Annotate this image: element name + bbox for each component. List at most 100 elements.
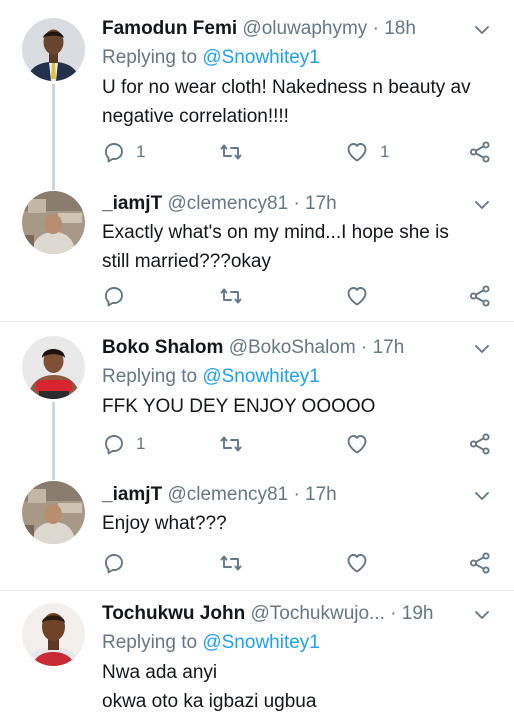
replying-to: Replying to @Snowhitey1 — [102, 46, 320, 70]
reply-icon — [102, 284, 126, 308]
separator-dot: · — [293, 193, 300, 214]
user-handle[interactable]: @Tochukwujo... — [250, 603, 384, 624]
tweet-text: Nwa ada anyi okwa oto ka igbazi ugbua — [102, 658, 484, 716]
tweet-text: Exactly what's on my mind...I hope she i… — [102, 218, 484, 276]
tweet-header: Famodun Femi @oluwaphymy · 18h — [102, 17, 468, 41]
reply-icon — [102, 140, 126, 164]
like-button[interactable] — [344, 550, 380, 576]
tweet[interactable]: Tochukwu John @Tochukwujo... · 19h Reply… — [0, 591, 514, 720]
tweet[interactable]: Famodun Femi @oluwaphymy · 18h Replying … — [0, 0, 514, 180]
retweet-icon — [218, 432, 244, 456]
user-handle[interactable]: @BokoShalom — [229, 337, 356, 358]
avatar[interactable] — [22, 18, 85, 81]
thread-line — [52, 402, 55, 470]
share-button[interactable] — [468, 283, 492, 309]
retweet-button[interactable] — [218, 550, 254, 576]
like-count: 1 — [380, 142, 390, 161]
tweet-text-line: still married???okay — [102, 251, 271, 272]
tweet[interactable]: _iamjT @clemency81 · 17h Enjoy what??? — [0, 470, 514, 590]
avatar-image — [22, 481, 85, 544]
display-name[interactable]: Boko Shalom — [102, 337, 223, 358]
tweet-text-line: FFK YOU DEY ENJOY OOOOO — [102, 396, 376, 417]
share-button[interactable] — [468, 139, 492, 165]
tweet-actions: 1 — [102, 431, 492, 457]
tweet-actions — [102, 283, 492, 309]
tweet-text-line: U for no wear cloth! Nakedness n beauty … — [102, 77, 471, 98]
share-icon — [468, 284, 492, 308]
mention-link[interactable]: @Snowhitey1 — [202, 632, 320, 653]
chevron-down-icon[interactable] — [472, 605, 492, 625]
replying-to: Replying to @Snowhitey1 — [102, 631, 320, 655]
retweet-icon — [218, 140, 244, 164]
share-button[interactable] — [468, 431, 492, 457]
separator-dot: · — [390, 603, 397, 624]
share-icon — [468, 432, 492, 456]
tweet-text-line: okwa oto ka igbazi ugbua — [102, 691, 317, 712]
tweet-actions — [102, 550, 492, 576]
retweet-button[interactable] — [218, 139, 254, 165]
heart-icon — [344, 432, 370, 456]
reply-icon — [102, 551, 126, 575]
timestamp[interactable]: 19h — [402, 603, 434, 624]
avatar-image — [22, 18, 85, 81]
mention-link[interactable]: @Snowhitey1 — [202, 47, 320, 68]
avatar-image — [22, 191, 85, 254]
reply-count: 1 — [136, 142, 146, 161]
tweet-header: Boko Shalom @BokoShalom · 17h — [102, 336, 468, 360]
user-handle[interactable]: @clemency81 — [167, 484, 288, 505]
timestamp[interactable]: 17h — [305, 484, 337, 505]
tweet-text-line: negative correlation!!!! — [102, 106, 289, 127]
reply-button[interactable] — [102, 283, 136, 309]
avatar[interactable] — [22, 336, 85, 399]
replying-to: Replying to @Snowhitey1 — [102, 365, 320, 389]
tweet-text: FFK YOU DEY ENJOY OOOOO — [102, 392, 484, 421]
heart-icon — [344, 551, 370, 575]
avatar-image — [22, 603, 85, 666]
retweet-button[interactable] — [218, 431, 254, 457]
avatar[interactable] — [22, 481, 85, 544]
retweet-icon — [218, 551, 244, 575]
like-button[interactable]: 1 — [344, 139, 389, 165]
display-name[interactable]: Tochukwu John — [102, 603, 245, 624]
heart-icon — [344, 284, 370, 308]
like-button[interactable] — [344, 283, 380, 309]
timestamp[interactable]: 18h — [384, 18, 416, 39]
tweet-header: _iamjT @clemency81 · 17h — [102, 483, 468, 507]
timestamp[interactable]: 17h — [373, 337, 405, 358]
separator-dot: · — [361, 337, 368, 358]
chevron-down-icon[interactable] — [472, 20, 492, 40]
user-handle[interactable]: @oluwaphymy — [242, 18, 367, 39]
chevron-down-icon[interactable] — [472, 339, 492, 359]
tweet-text-line: Exactly what's on my mind...I hope she i… — [102, 222, 449, 243]
separator-dot: · — [372, 18, 379, 39]
user-handle[interactable]: @clemency81 — [167, 193, 288, 214]
avatar-image — [22, 336, 85, 399]
reply-count: 1 — [136, 434, 146, 453]
chevron-down-icon[interactable] — [472, 486, 492, 506]
timestamp[interactable]: 17h — [305, 193, 337, 214]
tweet-actions: 1 1 — [102, 139, 492, 165]
replying-to-label: Replying to — [102, 366, 198, 387]
tweet[interactable]: _iamjT @clemency81 · 17h Exactly what's … — [0, 180, 514, 320]
mention-link[interactable]: @Snowhitey1 — [202, 366, 320, 387]
display-name[interactable]: _iamjT — [102, 193, 162, 214]
retweet-button[interactable] — [218, 283, 254, 309]
tweet-header: Tochukwu John @Tochukwujo... · 19h — [102, 602, 468, 626]
reply-button[interactable] — [102, 550, 136, 576]
avatar[interactable] — [22, 603, 85, 666]
display-name[interactable]: _iamjT — [102, 484, 162, 505]
reply-icon — [102, 432, 126, 456]
tweet-text: U for no wear cloth! Nakedness n beauty … — [102, 73, 484, 131]
like-button[interactable] — [344, 431, 380, 457]
avatar[interactable] — [22, 191, 85, 254]
reply-button[interactable]: 1 — [102, 431, 145, 457]
tweet[interactable]: Boko Shalom @BokoShalom · 17h Replying t… — [0, 322, 514, 470]
tweet-text-line: Nwa ada anyi — [102, 662, 218, 683]
share-icon — [468, 551, 492, 575]
tweet-text: Enjoy what??? — [102, 509, 484, 538]
display-name[interactable]: Famodun Femi — [102, 18, 237, 39]
heart-icon — [344, 140, 370, 164]
chevron-down-icon[interactable] — [472, 195, 492, 215]
share-button[interactable] — [468, 550, 492, 576]
reply-button[interactable]: 1 — [102, 139, 145, 165]
